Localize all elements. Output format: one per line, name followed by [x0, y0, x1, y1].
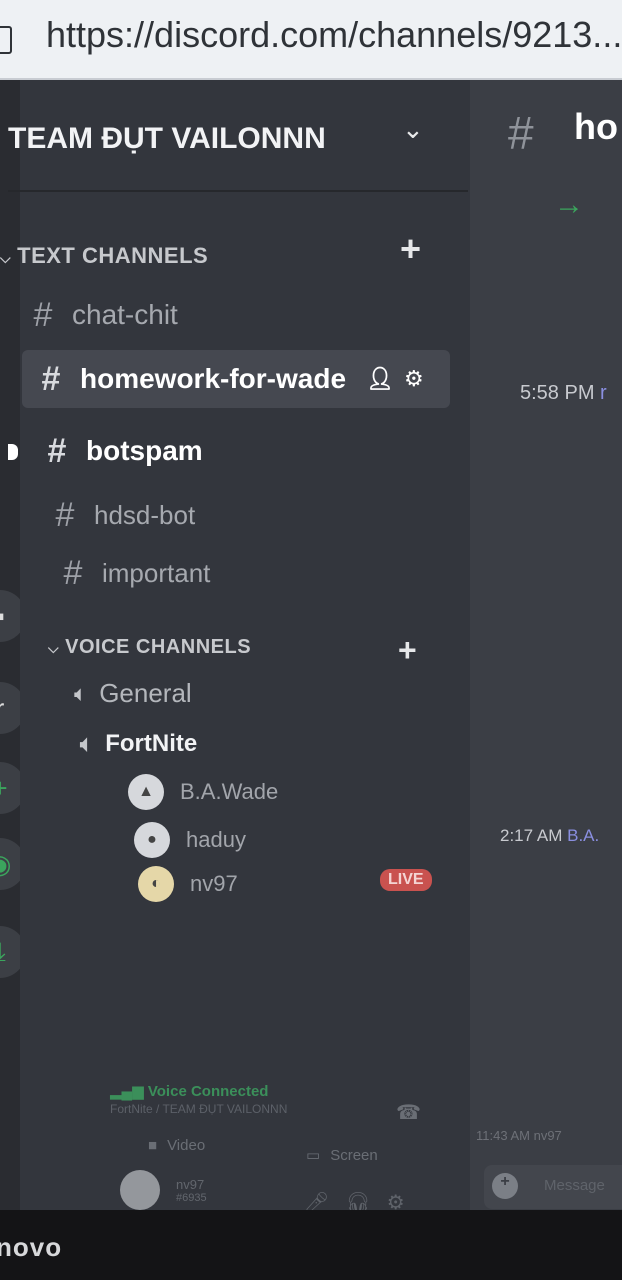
channel-label: homework-for-wade	[80, 363, 347, 394]
avatar: ●	[134, 822, 170, 858]
add-text-channel-plus-icon[interactable]: +	[400, 228, 421, 270]
voice-connected-status[interactable]: ▂▄▆ Voice Connected	[110, 1082, 268, 1100]
message-author[interactable]: r	[600, 382, 607, 404]
join-arrow-icon: →	[554, 188, 584, 221]
timestamp: 2:17 AM	[500, 826, 563, 845]
video-button[interactable]: ■ Video	[148, 1128, 205, 1162]
signal-icon: ▂▄▆	[110, 1083, 148, 1100]
screen-icon: ▭	[306, 1147, 321, 1164]
user-panel[interactable]: nv97 #6935	[120, 1170, 207, 1210]
channel-hdsd-bot[interactable]: # hdsd-bot	[50, 486, 196, 544]
panel-user-tag: #6935	[176, 1191, 207, 1204]
channel-sidebar: TEAM ĐỤT VAILONNN ⌄ ⌵ TEXT CHANNELS + # c…	[0, 80, 470, 1210]
text-channels-category[interactable]: ⌵ TEXT CHANNELS	[0, 243, 208, 269]
voice-user-nv97[interactable]: ◐ nv97	[138, 866, 238, 902]
hash-icon: #	[33, 295, 53, 334]
channel-label: chat-chit	[72, 299, 178, 330]
avatar	[120, 1170, 160, 1210]
attach-plus-icon[interactable]: +	[492, 1173, 518, 1199]
monitor-bezel	[0, 1210, 622, 1280]
camera-icon: ■	[148, 1136, 158, 1154]
page-icon	[0, 26, 12, 54]
message-author[interactable]: nv97	[534, 1128, 562, 1143]
category-label: VOICE CHANNELS	[65, 636, 252, 658]
channel-homework-for-wade[interactable]: # homework-for-wade 👤︎ ⚙︎	[22, 350, 450, 408]
voice-channel-fortnite[interactable]: 🔈︎ FortNite	[80, 730, 197, 758]
voice-user-bawade[interactable]: ▲ B.A.Wade	[128, 774, 278, 810]
channel-important[interactable]: # important	[58, 544, 211, 602]
hash-icon: #	[47, 431, 67, 470]
server-name: TEAM ĐỤT VAILONNN	[8, 122, 326, 155]
chevron-down-icon: ⌵	[48, 640, 60, 656]
hash-icon: #	[41, 359, 61, 398]
hash-icon: #	[508, 107, 534, 159]
voice-channel-general[interactable]: 🔈︎ General	[74, 678, 192, 709]
message-timestamp: 11:43 AM nv97	[476, 1128, 562, 1143]
channel-label: hdsd-bot	[94, 499, 196, 530]
monitor-brand-logo: novo	[0, 1232, 63, 1262]
disconnect-call-icon[interactable]: ☎︎	[396, 1100, 421, 1125]
avatar: ◐	[138, 866, 174, 902]
avatar: ▲	[128, 774, 164, 810]
gear-icon[interactable]: ⚙︎	[404, 366, 424, 392]
invite-member-icon[interactable]: 👤︎	[366, 366, 394, 392]
timestamp: 11:43 AM	[476, 1128, 530, 1143]
unread-indicator	[8, 444, 18, 460]
message-author[interactable]: B.A.	[567, 826, 599, 845]
category-label: TEXT CHANNELS	[17, 243, 209, 268]
voice-channels-category[interactable]: ⌵ VOICE CHANNELS	[48, 636, 251, 659]
panel-username: nv97	[176, 1176, 205, 1192]
add-voice-channel-plus-icon[interactable]: +	[398, 632, 417, 669]
voice-user-haduy[interactable]: ● haduy	[134, 822, 246, 858]
channel-label: botspam	[86, 435, 203, 466]
channel-label: important	[102, 557, 211, 588]
channel-chat-chit[interactable]: # chat-chit	[28, 286, 178, 344]
voice-user-name: nv97	[190, 871, 238, 896]
timestamp: 5:58 PM	[520, 382, 595, 404]
screen-label: Screen	[330, 1146, 378, 1164]
chat-channel-title: ho	[574, 106, 618, 147]
voice-location: FortNite / TEAM ĐỤT VAILONNN	[110, 1102, 288, 1116]
locked-hash-icon: #	[63, 553, 83, 592]
channel-botspam[interactable]: # botspam	[42, 422, 203, 480]
locked-hash-icon: #	[55, 495, 75, 534]
browser-url-bar[interactable]: https://discord.com/channels/9213...	[0, 0, 622, 81]
server-header[interactable]: TEAM ĐỤT VAILONNN ⌄	[8, 80, 468, 192]
video-label: Video	[167, 1136, 206, 1154]
message-input[interactable]: + Message	[484, 1165, 622, 1209]
message-timestamp: 5:58 PM r	[520, 382, 607, 405]
chevron-down-icon[interactable]: ⌄	[402, 114, 424, 145]
voice-user-name: haduy	[186, 827, 246, 852]
chat-area: # ho → 5:58 PM r 2:17 AM B.A. 11:43 AM n…	[470, 80, 622, 1210]
screen-share-button[interactable]: ▭ Screen	[306, 1138, 378, 1172]
message-timestamp: 2:17 AM B.A.	[500, 826, 599, 846]
message-placeholder: Message	[544, 1177, 605, 1194]
chevron-down-icon: ⌵	[0, 250, 12, 266]
voice-channel-label: FortNite	[105, 730, 198, 757]
speaker-icon: 🔈︎	[74, 680, 88, 706]
url-text[interactable]: https://discord.com/channels/9213...	[46, 14, 622, 56]
voice-channel-label: General	[99, 678, 192, 708]
live-badge: LIVE	[380, 869, 432, 891]
speaker-icon: 🔈︎	[80, 731, 94, 756]
voice-user-name: B.A.Wade	[180, 779, 279, 804]
voice-status-text: Voice Connected	[147, 1083, 269, 1100]
